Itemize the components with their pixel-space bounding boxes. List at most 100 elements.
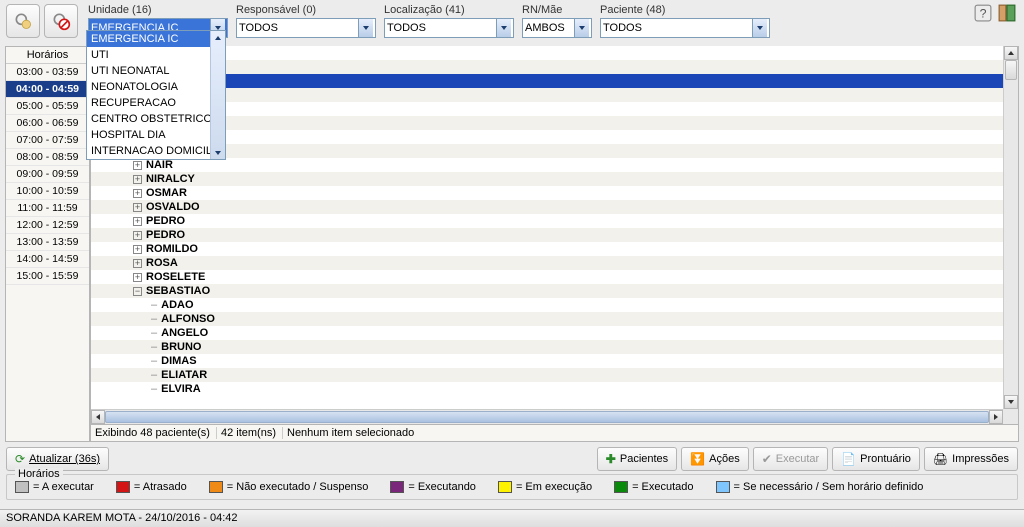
responsavel-combo[interactable]: TODOS [236,18,376,38]
horario-row[interactable]: 11:00 - 11:59 [6,200,89,217]
impressoes-button[interactable]: 🖨 Impressões [924,447,1018,471]
dropdown-item[interactable]: INTERNACAO DOMICILIAR [87,143,225,159]
tree-row[interactable]: −SEBASTIAO [91,284,1003,298]
dropdown-item[interactable]: UTI [87,47,225,63]
horario-row[interactable]: 09:00 - 09:59 [6,166,89,183]
rnmae-combo[interactable]: AMBOS [522,18,592,38]
tool-button-2[interactable] [44,4,78,38]
hscroll-thumb[interactable] [105,411,989,423]
responsavel-value: TODOS [239,22,278,34]
tool-button-1[interactable] [6,4,40,38]
tree-row[interactable]: +JOSE PAULO [91,102,1003,116]
scroll-down-icon[interactable] [1004,395,1018,409]
leaf-icon: – [151,313,157,325]
scroll-right-icon[interactable] [989,410,1003,424]
tree-row[interactable]: –ANGELO [91,326,1003,340]
expand-icon[interactable]: + [133,273,142,282]
tree-node-label: ROSELETE [146,271,205,283]
scroll-thumb[interactable] [1005,60,1017,80]
tree-row[interactable]: +ES [91,60,1003,74]
tree-row[interactable]: +JOSE [91,88,1003,102]
prontuario-button[interactable]: 📄 Prontuário [832,447,920,471]
localizacao-combo[interactable]: TODOS [384,18,514,38]
expand-icon[interactable]: + [133,245,142,254]
legend-item: = Atrasado [116,481,187,493]
expand-icon[interactable]: + [133,203,142,212]
chevron-down-icon [752,19,767,37]
horario-row[interactable]: 03:00 - 03:59 [6,64,89,81]
tree-row[interactable]: +PEDRO [91,228,1003,242]
legend-label: = A executar [33,481,94,493]
vertical-scrollbar[interactable] [1003,46,1018,409]
dropdown-item[interactable]: RECUPERACAO [87,95,225,111]
tree-row[interactable]: +OSMAR [91,186,1003,200]
horario-row[interactable]: 12:00 - 12:59 [6,217,89,234]
tree-row[interactable]: –BRUNO [91,340,1003,354]
tree-node-label: ELVIRA [161,383,201,395]
tree-node-label: ROMILDO [146,243,198,255]
tree-node-label: ANGELO [161,327,208,339]
dropdown-item[interactable]: HOSPITAL DIA [87,127,225,143]
paciente-combo[interactable]: TODOS [600,18,770,38]
dropdown-item[interactable]: CENTRO OBSTETRICO [87,111,225,127]
help-icon[interactable]: ? [974,4,992,22]
tree-node-label: SEBASTIAO [146,285,210,297]
tree-row[interactable]: +NAIR [91,158,1003,172]
tree-row[interactable]: –ADAO [91,298,1003,312]
expand-icon[interactable]: + [133,259,142,268]
dropdown-item[interactable]: UTI NEONATAL [87,63,225,79]
expand-icon[interactable]: + [133,175,142,184]
chevron-down-icon [358,19,373,37]
horario-row[interactable]: 04:00 - 04:59 [6,81,89,98]
tree-row[interactable]: +LUZIA [91,144,1003,158]
tree-row[interactable]: +NIRALCY [91,172,1003,186]
horario-row[interactable]: 05:00 - 05:59 [6,98,89,115]
unidade-dropdown-list[interactable]: EMERGENCIA ICUTIUTI NEONATALNEONATOLOGIA… [86,30,226,160]
tree-row[interactable]: +O [91,74,1003,88]
legend-label: = Em execução [516,481,592,493]
pacientes-button[interactable]: ✚ Pacientes [597,447,677,471]
tree-row[interactable]: + ROMILDO [91,242,1003,256]
horario-row[interactable]: 13:00 - 13:59 [6,234,89,251]
legend-item: = A executar [15,481,94,493]
expand-icon[interactable]: + [133,189,142,198]
legend-item: = Executando [390,481,476,493]
tree-row[interactable]: –ALFONSO [91,312,1003,326]
tree-row[interactable]: +ROSA [91,256,1003,270]
tree-row[interactable]: +PEDRO [91,214,1003,228]
expand-icon[interactable]: + [133,217,142,226]
tree-row[interactable]: + ROSELETE [91,270,1003,284]
acoes-label: Ações [709,453,740,465]
impressoes-label: Impressões [952,453,1009,465]
legend-panel: Horários = A executar= Atrasado= Não exe… [6,474,1018,500]
horario-row[interactable]: 07:00 - 07:59 [6,132,89,149]
scroll-left-icon[interactable] [91,410,105,424]
tree-row[interactable]: –ELIATAR [91,368,1003,382]
tree-row[interactable]: +LUIZ MANOEL [91,130,1003,144]
tree-row[interactable]: +OSVALDO [91,200,1003,214]
tree-row[interactable]: –ELVIRA [91,382,1003,396]
scroll-up-icon[interactable] [1004,46,1018,60]
horario-row[interactable]: 14:00 - 14:59 [6,251,89,268]
printer-icon: 🖨 [933,452,948,466]
expand-icon[interactable]: + [133,161,142,170]
horario-row[interactable]: 06:00 - 06:59 [6,115,89,132]
tree-row[interactable]: +JUVENAL [91,116,1003,130]
plus-icon: ✚ [606,452,616,466]
executar-button[interactable]: ✔ Executar [753,447,828,471]
tree-row[interactable]: –DIMAS [91,354,1003,368]
double-chevron-down-icon: ⏬ [690,452,705,466]
exit-icon[interactable] [998,4,1016,22]
dropdown-scrollbar-icon[interactable] [210,31,225,159]
dropdown-item[interactable]: NEONATOLOGIA [87,79,225,95]
acoes-button[interactable]: ⏬ Ações [681,447,749,471]
horario-row[interactable]: 15:00 - 15:59 [6,268,89,285]
tree-row[interactable]: +…RLICH [91,46,1003,60]
horario-row[interactable]: 08:00 - 08:59 [6,149,89,166]
dropdown-item[interactable]: EMERGENCIA IC [87,31,225,47]
horario-row[interactable]: 10:00 - 10:59 [6,183,89,200]
collapse-icon[interactable]: − [133,287,142,296]
expand-icon[interactable]: + [133,231,142,240]
leaf-icon: – [151,355,157,367]
horizontal-scrollbar[interactable] [91,409,1003,424]
